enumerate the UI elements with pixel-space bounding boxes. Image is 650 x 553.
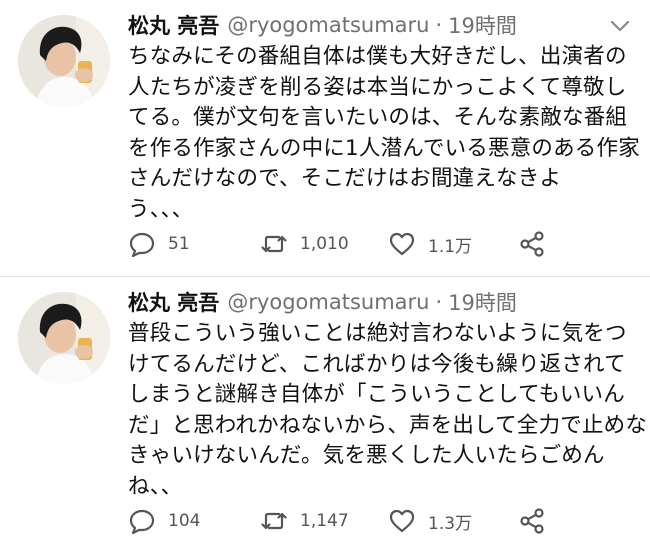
heart-icon bbox=[389, 232, 415, 256]
separator: · bbox=[435, 13, 443, 37]
tweet-text: 普段こういう強いことは絶対言わないように気をつ けてるんだけど、こればかりは今後… bbox=[128, 319, 648, 502]
tweet-text-line: 普段こういう強いことは絶対言わないように気をつ bbox=[128, 321, 627, 346]
tweet-text-line: きゃいけないんだ。気を悪くした人いたらごめん bbox=[128, 443, 605, 468]
share-icon bbox=[520, 231, 544, 257]
retweet-button[interactable]: 1,010 bbox=[260, 228, 349, 260]
heart-icon bbox=[389, 509, 415, 533]
tweet-actions: 51 1,010 1.1万 bbox=[128, 228, 633, 260]
tweet[interactable]: 松丸 亮吾 @ryogomatsumaru · 19時間 ちなみにその番組自体は… bbox=[0, 0, 650, 276]
like-button[interactable]: 1.1万 bbox=[388, 228, 472, 260]
separator: · bbox=[435, 290, 443, 314]
like-button[interactable]: 1.3万 bbox=[388, 505, 472, 537]
retweet-button[interactable]: 1,147 bbox=[260, 505, 349, 537]
tweet-text: ちなみにその番組自体は僕も大好きだし、出演者の 人たちが凌ぎを削る姿は本当にかっ… bbox=[128, 42, 640, 225]
retweet-icon bbox=[261, 235, 287, 253]
tweet-text-line: けてるんだけど、こればかりは今後も繰り返されて bbox=[128, 351, 626, 377]
like-count: 1.1万 bbox=[428, 236, 473, 257]
timestamp[interactable]: 19時間 bbox=[448, 287, 517, 317]
avatar[interactable] bbox=[18, 292, 110, 384]
tweet-header: 松丸 亮吾 @ryogomatsumaru · 19時間 bbox=[128, 285, 600, 319]
reply-icon bbox=[129, 232, 155, 258]
tweet-actions: 104 1,147 1.3万 bbox=[128, 505, 633, 537]
reply-button[interactable]: 104 bbox=[128, 505, 200, 537]
reply-count: 104 bbox=[168, 511, 201, 531]
retweet-icon bbox=[261, 512, 287, 530]
tweet-text-line: だ」と思われかねないから、声を出して全力で止めな bbox=[128, 412, 648, 438]
reply-button[interactable]: 51 bbox=[128, 228, 190, 260]
timestamp[interactable]: 19時間 bbox=[448, 10, 517, 40]
reply-icon bbox=[129, 509, 155, 535]
reply-count: 51 bbox=[168, 234, 190, 254]
display-name[interactable]: 松丸 亮吾 bbox=[128, 10, 219, 40]
timeline: 松丸 亮吾 @ryogomatsumaru · 19時間 ちなみにその番組自体は… bbox=[0, 0, 650, 552]
retweet-count: 1,147 bbox=[300, 511, 349, 531]
user-handle[interactable]: @ryogomatsumaru bbox=[227, 290, 429, 314]
avatar-image bbox=[18, 292, 110, 384]
tweet-text-line: ちなみにその番組自体は僕も大好きだし、出演者の bbox=[128, 44, 627, 69]
user-handle[interactable]: @ryogomatsumaru bbox=[227, 13, 429, 37]
avatar-image bbox=[18, 15, 110, 107]
chevron-down-icon[interactable] bbox=[608, 14, 632, 38]
retweet-count: 1,010 bbox=[300, 234, 349, 254]
tweet-text-line: ね、、 bbox=[128, 473, 183, 499]
tweet-header: 松丸 亮吾 @ryogomatsumaru · 19時間 bbox=[128, 8, 600, 42]
tweet-text-line: う、、、 bbox=[128, 196, 194, 222]
avatar[interactable] bbox=[18, 15, 110, 107]
tweet[interactable]: 松丸 亮吾 @ryogomatsumaru · 19時間 普段こういう強いことは… bbox=[0, 276, 650, 552]
tweet-text-line: 人たちが凌ぎを削る姿は本当にかっこよくて尊敬し bbox=[128, 74, 627, 100]
tweet-text-line: を作る作家さんの中に1人潜んでいる悪意のある作家 bbox=[128, 135, 640, 161]
share-button[interactable] bbox=[518, 228, 558, 260]
like-count: 1.3万 bbox=[428, 513, 473, 534]
share-icon bbox=[520, 508, 544, 534]
display-name[interactable]: 松丸 亮吾 bbox=[128, 287, 219, 317]
tweet-text-line: さんだけなので、そこだけはお間違えなきよ bbox=[128, 166, 562, 191]
share-button[interactable] bbox=[518, 505, 558, 537]
tweet-text-line: しまうと謎解き自体が「こういうことしてもいいん bbox=[128, 382, 625, 407]
tweet-text-line: てる。僕が文句を言いたいのは、そんな素敵な番組 bbox=[128, 105, 628, 130]
